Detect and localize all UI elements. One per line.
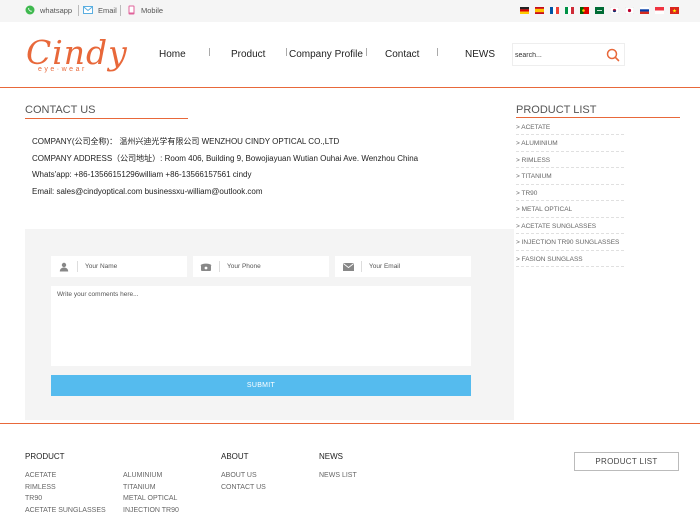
top-bar: whatsapp Email Mobile: [0, 0, 700, 22]
search-icon[interactable]: [605, 47, 621, 63]
submit-button[interactable]: SUBMIT: [51, 375, 471, 396]
product-list-title: PRODUCT LIST: [516, 104, 597, 116]
divider: [516, 134, 624, 135]
divider: [516, 266, 624, 267]
nav-divider: [286, 48, 287, 56]
divider: [77, 261, 78, 272]
whatsapp-icon: [25, 5, 35, 15]
footer-link-acetate[interactable]: ACETATE: [25, 472, 56, 479]
product-list-item-injection-tr90-sunglasses[interactable]: > INJECTION TR90 SUNGLASSES: [516, 239, 619, 246]
whatsapp-label: whatsapp: [40, 5, 73, 15]
name-input[interactable]: [85, 263, 175, 270]
user-icon: [51, 256, 77, 277]
comments-textarea[interactable]: [51, 286, 471, 366]
logo[interactable]: Cindy eye·wear: [26, 33, 136, 79]
email-field: [335, 256, 471, 277]
divider: [78, 5, 79, 16]
footer-link-aluminium[interactable]: ALUMINIUM: [123, 472, 162, 479]
mobile-link[interactable]: Mobile: [126, 5, 163, 15]
email-input[interactable]: [369, 263, 459, 270]
jp-flag-icon[interactable]: [625, 7, 634, 14]
product-list-item-rimless[interactable]: > RIMLESS: [516, 157, 550, 164]
whatsapp-numbers: Whats'app: +86-13566151296william +86-13…: [32, 170, 252, 179]
mobile-label: Mobile: [141, 5, 164, 15]
divider: [516, 233, 624, 234]
nav-divider: [366, 48, 367, 56]
footer-link-about-us[interactable]: ABOUT US: [221, 472, 257, 479]
ru-flag-icon[interactable]: [640, 7, 649, 14]
name-field: [51, 256, 187, 277]
footer-link-titanium[interactable]: TITANIUM: [123, 484, 156, 491]
envelope-icon: [335, 256, 361, 277]
product-list-button[interactable]: PRODUCT LIST: [574, 452, 679, 471]
de-flag-icon[interactable]: [520, 7, 529, 14]
footer-link-rimless[interactable]: RIMLESS: [25, 484, 56, 491]
telephone-icon: [193, 256, 219, 277]
footer-link-news-list[interactable]: NEWS LIST: [319, 472, 357, 479]
logo-tagline: eye·wear: [38, 66, 87, 73]
footer-about-heading: ABOUT: [221, 452, 249, 461]
es-flag-icon[interactable]: [535, 7, 544, 14]
product-list-item-acetate-sunglasses[interactable]: > ACETATE SUNGLASSES: [516, 223, 596, 230]
product-list-item-metal-optical[interactable]: > METAL OPTICAL: [516, 206, 572, 213]
footer-product-heading: PRODUCT: [25, 452, 65, 461]
email-addresses: Email: sales@cindyoptical.com businessxu…: [32, 187, 263, 196]
email-label: Email: [98, 5, 117, 15]
nav-home[interactable]: Home: [159, 49, 186, 60]
phone-input[interactable]: [227, 263, 317, 270]
email-link[interactable]: Email: [83, 5, 117, 15]
nav-divider: [209, 48, 210, 56]
it-flag-icon[interactable]: [565, 7, 574, 14]
footer-divider: [0, 423, 700, 424]
divider: [120, 5, 121, 16]
mobile-phone-icon: [126, 5, 136, 15]
divider: [516, 167, 624, 168]
nav-divider: [437, 48, 438, 56]
language-flags: [520, 7, 685, 14]
divider: [516, 184, 624, 185]
product-list-item-titanium[interactable]: > TITANIUM: [516, 173, 552, 180]
fr-flag-icon[interactable]: [550, 7, 559, 14]
nav-contact[interactable]: Contact: [385, 49, 419, 60]
product-list-item-tr90[interactable]: > TR90: [516, 190, 537, 197]
kr-flag-icon[interactable]: [610, 7, 619, 14]
mail-icon: [83, 5, 93, 15]
divider: [516, 200, 624, 201]
search-input[interactable]: [515, 48, 600, 62]
search-box: [512, 43, 625, 66]
whatsapp-link[interactable]: whatsapp: [25, 5, 72, 15]
footer-news-heading: NEWS: [319, 452, 343, 461]
nav-company-profile[interactable]: Company Profile: [289, 49, 363, 60]
company-name: COMPANY(公司全称)： 温州兴迪光学有限公司 WENZHOU CINDY …: [32, 137, 340, 146]
nav-product[interactable]: Product: [231, 49, 265, 60]
footer-link-metal-optical[interactable]: METAL OPTICAL: [123, 495, 177, 502]
product-list-item-acetate[interactable]: > ACETATE: [516, 124, 550, 131]
contact-title: CONTACT US: [25, 104, 96, 116]
footer-link-tr90[interactable]: TR90: [25, 495, 42, 502]
footer-link-injection-tr90[interactable]: INJECTION TR90: [123, 507, 179, 514]
company-address: COMPANY ADDRESS（公司地址）: Room 406, Buildin…: [32, 154, 419, 163]
nav-news[interactable]: NEWS: [465, 49, 495, 60]
vn-flag-icon[interactable]: [670, 7, 679, 14]
divider: [516, 151, 624, 152]
divider: [219, 261, 220, 272]
phone-field: [193, 256, 329, 277]
divider: [516, 250, 624, 251]
title-underline: [516, 117, 680, 118]
product-list-item-aluminium[interactable]: > ALUMINIUM: [516, 140, 558, 147]
product-list-item-fasion-sunglass[interactable]: > FASION SUNGLASS: [516, 256, 583, 263]
sg-flag-icon[interactable]: [655, 7, 664, 14]
footer-link-acetate-sunglasses[interactable]: ACETATE SUNGLASSES: [25, 507, 106, 514]
divider: [516, 217, 624, 218]
sa-flag-icon[interactable]: [595, 7, 604, 14]
footer-link-contact-us[interactable]: CONTACT US: [221, 484, 266, 491]
header-divider: [0, 87, 700, 88]
divider: [361, 261, 362, 272]
title-underline: [25, 118, 188, 119]
pt-flag-icon[interactable]: [580, 7, 589, 14]
